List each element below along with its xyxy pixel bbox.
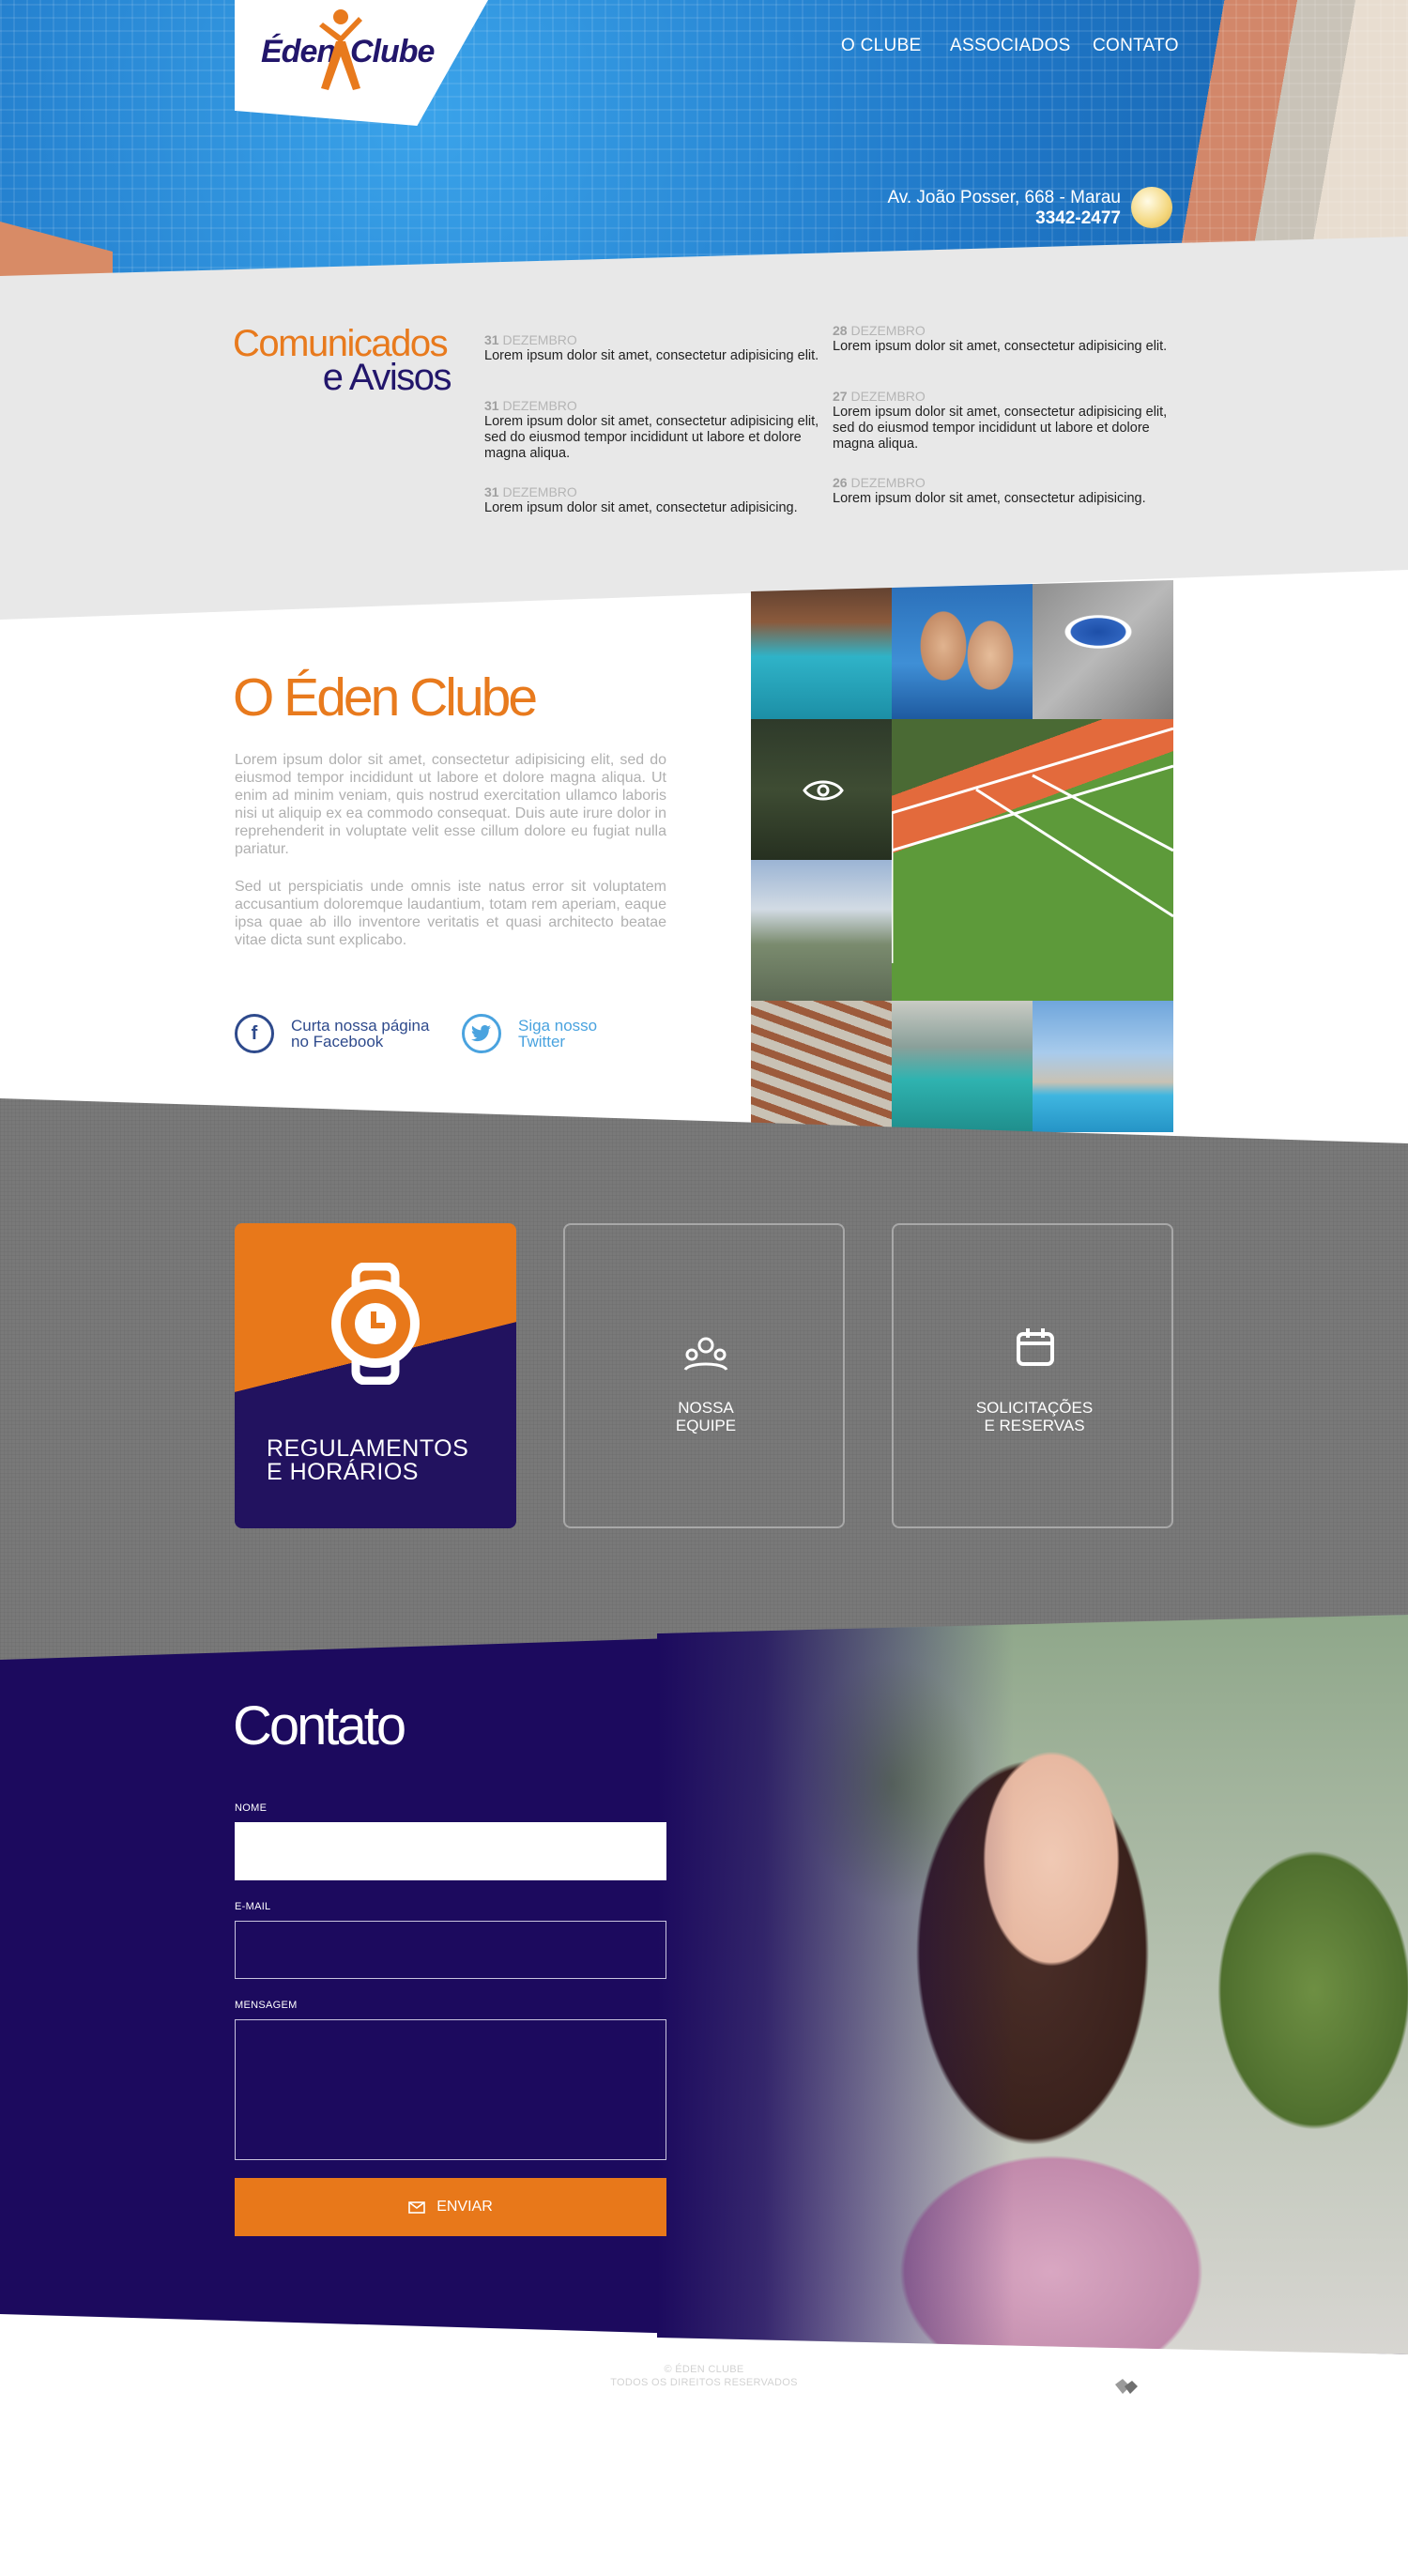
notice-day: 31 xyxy=(484,332,499,347)
logo-text-clube: Clube xyxy=(350,34,435,69)
view-eye-icon[interactable] xyxy=(803,777,844,804)
facebook-icon: f xyxy=(235,1014,274,1053)
woman-on-phone-photo xyxy=(657,1615,1408,2354)
notice-item[interactable]: 26 DEZEMBRO Lorem ipsum dolor sit amet, … xyxy=(833,475,1171,507)
designer-logo-icon[interactable] xyxy=(1113,2377,1140,2398)
calendar-icon xyxy=(1017,1328,1054,1366)
send-button[interactable]: ENVIAR xyxy=(235,2178,666,2236)
twitter-text-line2: Twitter xyxy=(518,1033,566,1050)
card-nossa-equipe[interactable]: NOSSA EQUIPE xyxy=(563,1223,845,1528)
notice-text: Lorem ipsum dolor sit amet, consectetur … xyxy=(833,405,1168,452)
footer-rights: TODOS OS DIREITOS RESERVADOS xyxy=(610,2377,798,2388)
notice-text: Lorem ipsum dolor sit amet, consectetur … xyxy=(484,348,819,363)
watch-icon xyxy=(331,1263,420,1385)
name-input[interactable] xyxy=(235,1822,666,1880)
name-label: NOME xyxy=(235,1802,268,1814)
contact-title: Contato xyxy=(233,1695,406,1756)
card-solicitacoes[interactable]: SOLICITAÇÕES E RESERVAS xyxy=(892,1223,1173,1528)
notice-text: Lorem ipsum dolor sit amet, consectetur … xyxy=(484,414,819,461)
gallery-photo-pool[interactable] xyxy=(751,580,892,719)
gallery-photo-tennis-court[interactable] xyxy=(892,719,1173,1001)
message-textarea[interactable] xyxy=(235,2019,666,2160)
footer-copyright: © ÉDEN CLUBE xyxy=(664,2364,744,2375)
facebook-text-line2: no Facebook xyxy=(291,1033,384,1050)
message-label: MENSAGEM xyxy=(235,2000,298,2011)
notice-day: 31 xyxy=(484,484,499,499)
about-paragraph-1: Lorem ipsum dolor sit amet, consectetur … xyxy=(235,752,666,857)
gallery-photo-pool-area[interactable] xyxy=(892,1001,1033,1132)
nav-o-clube[interactable]: O CLUBE xyxy=(841,36,922,56)
twitter-text-line1: Siga nosso xyxy=(518,1017,598,1035)
nav-associados[interactable]: ASSOCIADOS xyxy=(950,36,1071,56)
card-equipe-line2: EQUIPE xyxy=(675,1417,737,1434)
notice-month: DEZEMBRO xyxy=(850,389,926,404)
notice-day: 26 xyxy=(833,475,848,490)
twitter-link[interactable]: Siga nosso Twitter xyxy=(462,1014,597,1053)
card-regulamentos-line1: REGULAMENTOS xyxy=(267,1435,469,1462)
notice-month: DEZEMBRO xyxy=(850,475,926,490)
volleyball-icon xyxy=(1131,187,1172,228)
facebook-link[interactable]: f Curta nossa página no Facebook xyxy=(235,1014,429,1053)
card-solicitacoes-line1: SOLICITAÇÕES xyxy=(975,1399,1094,1417)
notice-item[interactable]: 28 DEZEMBRO Lorem ipsum dolor sit amet, … xyxy=(833,323,1171,355)
card-regulamentos[interactable]: REGULAMENTOS E HORÁRIOS xyxy=(235,1223,516,1528)
photo-gallery[interactable] xyxy=(751,580,1173,1132)
send-button-label: ENVIAR xyxy=(436,2199,493,2215)
notice-item[interactable]: 31 DEZEMBRO Lorem ipsum dolor sit amet, … xyxy=(484,484,822,516)
notice-month: DEZEMBRO xyxy=(502,398,577,413)
notice-text: Lorem ipsum dolor sit amet, consectetur … xyxy=(833,339,1168,354)
envelope-icon xyxy=(408,2200,426,2214)
card-regulamentos-line2: E HORÁRIOS xyxy=(267,1459,419,1485)
about-paragraph-2: Sed ut perspiciatis unde omnis iste natu… xyxy=(235,879,666,948)
gallery-photo-buildings[interactable] xyxy=(751,860,892,1001)
notice-item[interactable]: 31 DEZEMBRO Lorem ipsum dolor sit amet, … xyxy=(484,398,822,462)
twitter-icon xyxy=(462,1014,501,1053)
notice-month: DEZEMBRO xyxy=(502,332,577,347)
gallery-photo-kids[interactable] xyxy=(892,580,1033,719)
facebook-text-line1: Curta nossa página xyxy=(291,1017,430,1035)
notice-month: DEZEMBRO xyxy=(502,484,577,499)
about-title: O Éden Clube xyxy=(233,667,538,728)
email-input[interactable] xyxy=(235,1921,666,1979)
notice-day: 27 xyxy=(833,389,848,404)
header-phone: 3342-2477 xyxy=(1035,208,1121,228)
email-label: E-MAIL xyxy=(235,1901,271,1912)
card-equipe-line1: NOSSA xyxy=(678,1399,734,1417)
notice-text: Lorem ipsum dolor sit amet, consectetur … xyxy=(484,500,798,515)
gallery-photo-loungers[interactable] xyxy=(751,1001,892,1132)
header-address: Av. João Posser, 668 - Marau xyxy=(887,188,1121,207)
notice-day: 31 xyxy=(484,398,499,413)
notice-day: 28 xyxy=(833,323,848,338)
notice-text: Lorem ipsum dolor sit amet, consectetur … xyxy=(833,491,1146,506)
notice-month: DEZEMBRO xyxy=(850,323,926,338)
nav-contato[interactable]: CONTATO xyxy=(1093,36,1179,56)
team-icon xyxy=(683,1337,728,1372)
gallery-photo-umbrella[interactable] xyxy=(1033,580,1173,719)
notice-item[interactable]: 27 DEZEMBRO Lorem ipsum dolor sit amet, … xyxy=(833,389,1171,452)
card-solicitacoes-line2: E RESERVAS xyxy=(984,1417,1085,1434)
gallery-photo-outdoor-pool[interactable] xyxy=(1033,1001,1173,1132)
notices-title-line2: e Avisos xyxy=(322,357,452,398)
notice-item[interactable]: 31 DEZEMBRO Lorem ipsum dolor sit amet, … xyxy=(484,332,822,364)
hero-banner xyxy=(0,0,1408,282)
